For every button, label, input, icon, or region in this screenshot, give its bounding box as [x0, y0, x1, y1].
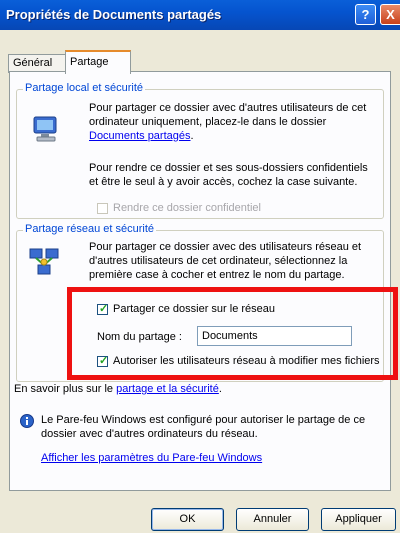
info-icon	[20, 414, 34, 428]
firewall-settings-link[interactable]: Afficher les paramètres du Pare-feu Wind…	[41, 451, 262, 465]
share-name-label: Nom du partage :	[97, 331, 182, 343]
computer-icon	[31, 114, 61, 144]
help-button[interactable]: ?	[355, 4, 376, 25]
local-sharing-legend: Partage local et sécurité	[23, 82, 146, 94]
close-button[interactable]: X	[380, 4, 400, 25]
share-name-input[interactable]: Documents	[197, 326, 352, 346]
check-icon: ✓	[99, 355, 109, 367]
learn-more-line: En savoir plus sur le partage et la sécu…	[14, 383, 222, 395]
network-sharing-legend: Partage réseau et sécurité	[23, 223, 157, 235]
window-title: Propriétés de Documents partagés	[6, 7, 222, 22]
local-sharing-group: Partage local et sécurité Pour partager …	[16, 82, 384, 219]
network-sharing-group: Partage réseau et sécurité Pour partager…	[16, 223, 384, 382]
check-icon: ✓	[99, 303, 109, 315]
local-sharing-text: Pour partager ce dossier avec d'autres u…	[89, 102, 367, 142]
firewall-text: Le Pare-feu Windows est configuré pour a…	[41, 414, 366, 440]
private-folder-text: Pour rendre ce dossier et ses sous-dossi…	[89, 162, 368, 188]
ok-button[interactable]: OK	[151, 508, 224, 531]
sharing-tab-panel: Partage local et sécurité Pour partager …	[9, 71, 391, 491]
title-bar[interactable]: Propriétés de Documents partagés ? X	[0, 0, 400, 30]
network-icon	[27, 245, 61, 279]
allow-modify-checkbox[interactable]: ✓	[97, 355, 109, 367]
shared-documents-link[interactable]: Documents partagés	[89, 130, 191, 142]
apply-button[interactable]: Appliquer	[321, 508, 396, 531]
allow-modify-checkbox-label: Autoriser les utilisateurs réseau à modi…	[113, 355, 380, 367]
network-sharing-text: Pour partager ce dossier avec des utilis…	[89, 241, 362, 281]
properties-window: Propriétés de Documents partagés ? X Gén…	[0, 0, 400, 533]
private-folder-checkbox[interactable]	[97, 203, 108, 214]
sharing-security-link[interactable]: partage et la sécurité	[116, 383, 219, 395]
tab-sharing[interactable]: Partage	[65, 50, 131, 74]
share-folder-checkbox-label: Partager ce dossier sur le réseau	[113, 303, 276, 315]
share-folder-checkbox[interactable]: ✓	[97, 303, 109, 315]
cancel-button[interactable]: Annuler	[236, 508, 309, 531]
private-folder-checkbox-label: Rendre ce dossier confidentiel	[113, 202, 261, 214]
